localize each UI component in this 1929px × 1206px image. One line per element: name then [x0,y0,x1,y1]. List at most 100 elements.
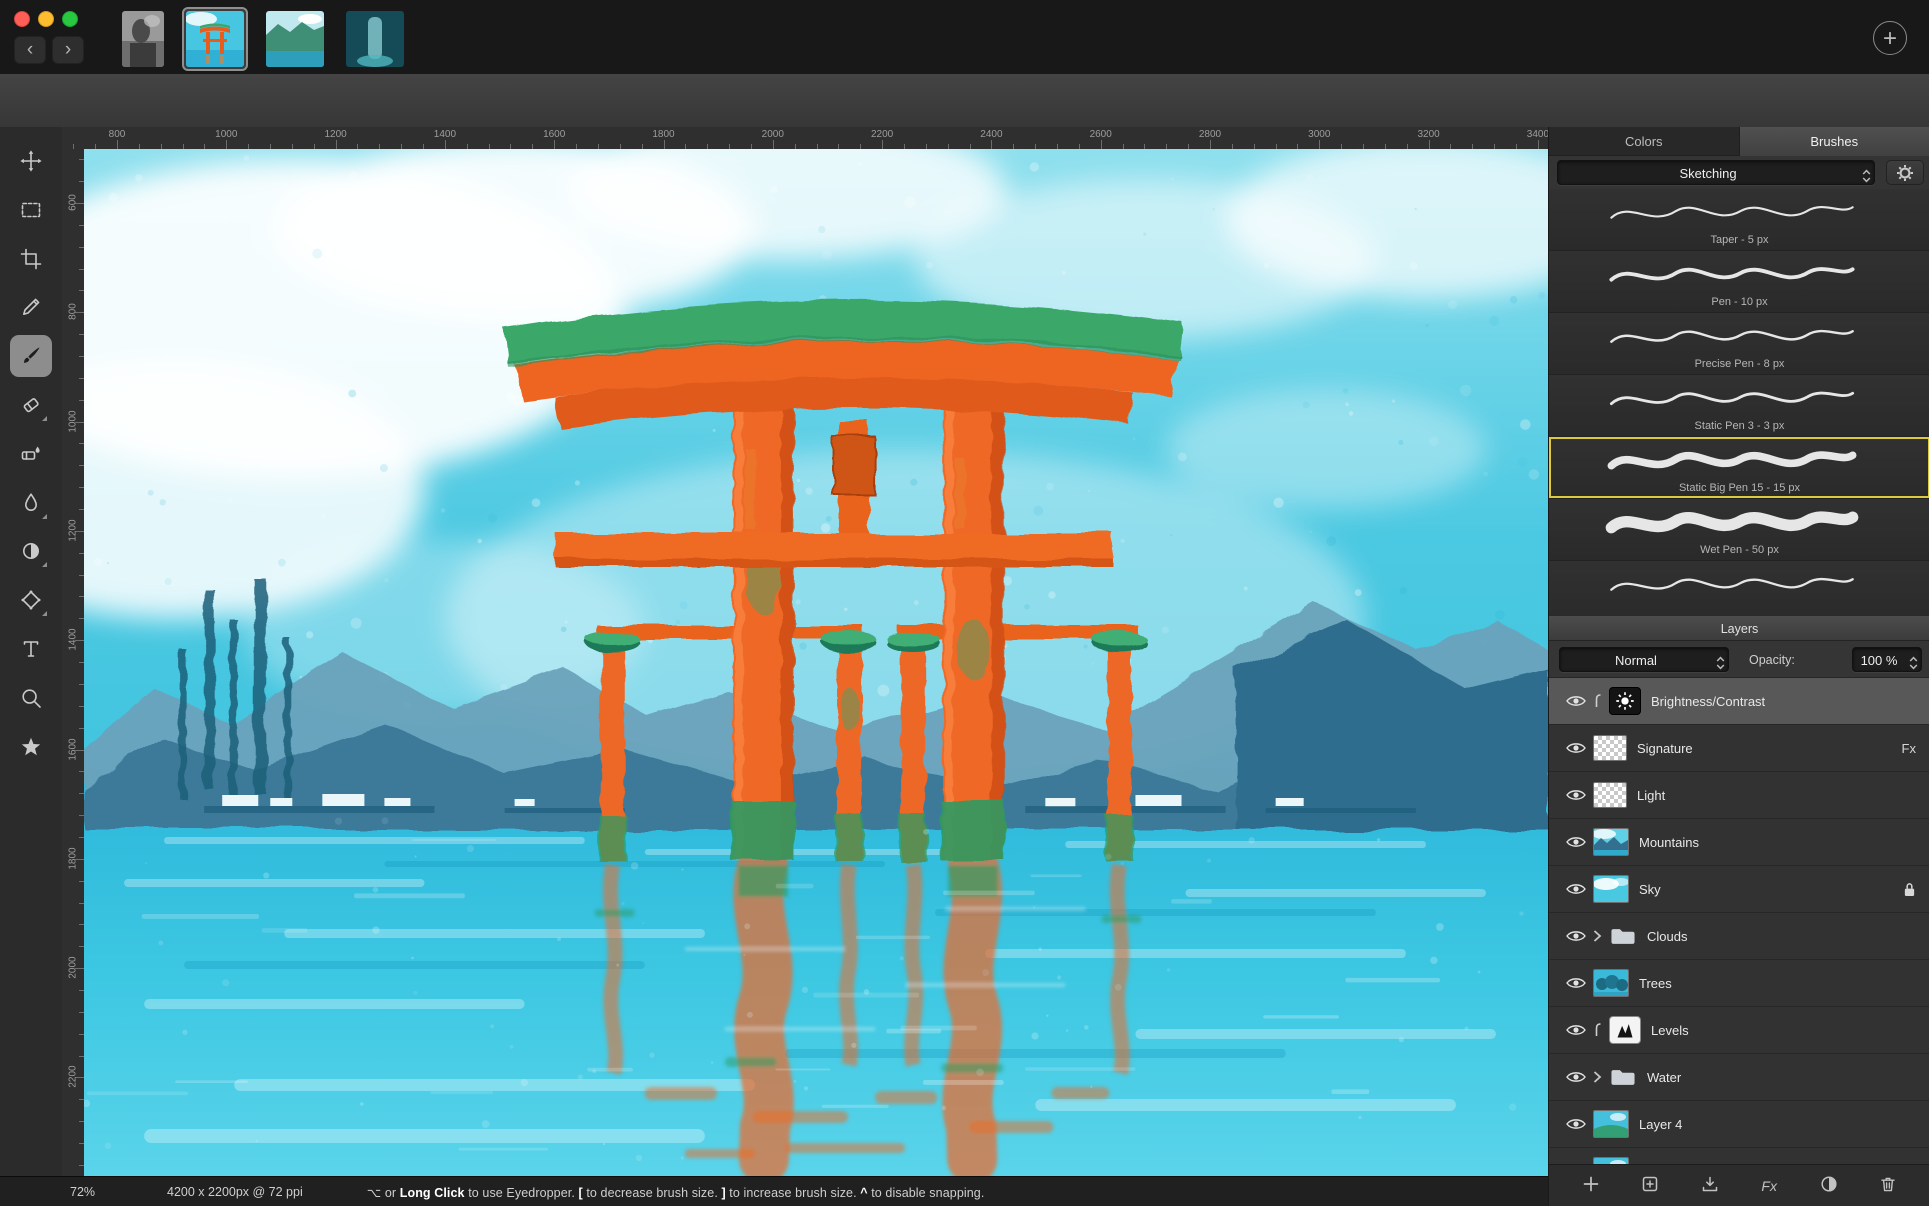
star-tool[interactable] [10,726,52,768]
brush-name: Taper - 5 px [1549,234,1929,246]
layer-blend-dropdown[interactable]: Normal [1559,647,1729,672]
hint-segment: ^ [860,1186,867,1200]
layer-name[interactable]: Signature [1637,741,1693,756]
delete-layer-button[interactable] [1874,1172,1902,1200]
mesh-warp-tool[interactable] [10,579,52,621]
back-button[interactable]: ‹ [14,36,46,64]
adjustments-button[interactable] [1815,1172,1843,1200]
folder-expand-toggle[interactable] [1589,929,1605,943]
ruler-tick-major [1538,140,1539,149]
layer-thumbnail[interactable] [1609,926,1637,947]
layer-thumbnail[interactable] [1609,1016,1641,1044]
layer-name[interactable]: Brightness/Contrast [1651,694,1765,709]
pixel-tool[interactable] [10,286,52,328]
layer-thumbnail[interactable] [1609,1067,1637,1088]
layer-name[interactable]: Trees [1639,976,1672,991]
document-thumb-torii[interactable] [182,7,248,71]
layer-name[interactable]: Light [1637,788,1665,803]
layer-thumbnail[interactable] [1593,969,1629,997]
blur-tool[interactable] [10,482,52,524]
layer-visibility-toggle[interactable] [1563,788,1589,802]
brush-item-precise-pen-8-px[interactable]: Precise Pen - 8 px [1549,313,1929,375]
visibility-eye-icon [1566,976,1586,990]
brush-settings-button[interactable] [1886,160,1924,185]
folder-expand-toggle[interactable] [1589,1070,1605,1084]
layer-row-signature[interactable]: Signature Fx [1549,725,1929,772]
vertical-ruler[interactable]: 6008001000120014001600180020002200 [62,149,85,1176]
layer-name[interactable]: Layer 4 [1639,1117,1682,1132]
text-tool[interactable] [10,628,52,670]
document-thumb-waterfall[interactable] [342,7,408,71]
flood-erase-tool[interactable] [10,433,52,475]
layer-visibility-toggle[interactable] [1563,929,1589,943]
paint-brush-tool[interactable] [10,335,52,377]
layer-visibility-toggle[interactable] [1563,741,1589,755]
forward-button[interactable]: › [52,36,84,64]
layer-visibility-toggle[interactable] [1563,1117,1589,1131]
layer-row-light[interactable]: Light [1549,772,1929,819]
brush-item-taper-5-px[interactable]: Taper - 5 px [1549,189,1929,251]
layer-thumbnail[interactable] [1593,735,1627,761]
document-thumb-landscape[interactable] [262,7,328,71]
canvas[interactable] [84,149,1548,1176]
layer-row[interactable] [1549,1148,1929,1164]
layer-row-brightness-contrast[interactable]: Brightness/Contrast [1549,678,1929,725]
layer-thumbnail[interactable] [1609,687,1641,715]
layer-row-water[interactable]: Water [1549,1054,1929,1101]
merge-layer-button[interactable] [1696,1172,1724,1200]
layer-row-trees[interactable]: Trees [1549,960,1929,1007]
layer-thumbnail[interactable] [1593,782,1627,808]
layer-name[interactable]: Sky [1639,882,1661,897]
zoom-window-button[interactable] [62,11,78,27]
layer-thumbnail[interactable] [1593,828,1629,856]
zoom-tool[interactable] [10,677,52,719]
layer-effects-button[interactable]: Fx [1755,1172,1783,1200]
layer-row-clouds[interactable]: Clouds [1549,913,1929,960]
document-thumb-portrait[interactable] [118,7,168,71]
layer-row-sky[interactable]: Sky [1549,866,1929,913]
new-pixel-layer-button[interactable] [1636,1172,1664,1200]
layer-fx-badge[interactable]: Fx [1902,741,1916,756]
hint-segment: ⌥ or [367,1186,400,1200]
tab-colors[interactable]: Colors [1549,127,1740,156]
layer-thumbnail[interactable] [1593,875,1629,903]
layer-row-layer-4[interactable]: Layer 4 [1549,1101,1929,1148]
new-document-button[interactable]: + [1873,21,1907,55]
erase-brush-tool[interactable] [10,384,52,426]
brush-item-static-pen-3-3-px[interactable]: Static Pen 3 - 3 px [1549,375,1929,437]
brush-item[interactable] [1549,561,1929,615]
ruler-tick-major [554,140,555,149]
brush-item-pen-10-px[interactable]: Pen - 10 px [1549,251,1929,313]
brush-category-dropdown[interactable]: Sketching [1557,160,1875,185]
brush-item-wet-pen-50-px[interactable]: Wet Pen - 50 px [1549,499,1929,561]
layer-name[interactable]: Mountains [1639,835,1699,850]
crop-tool[interactable] [10,238,52,280]
minimize-window-button[interactable] [38,11,54,27]
layer-name[interactable]: Levels [1651,1023,1689,1038]
add-layer-button[interactable] [1577,1172,1605,1200]
layer-name[interactable]: Clouds [1647,929,1687,944]
layer-lock[interactable] [1903,881,1916,898]
brush-item-static-big-pen-15-15-px[interactable]: Static Big Pen 15 - 15 px [1549,437,1929,499]
move-tool[interactable] [10,140,52,182]
zoom-level[interactable]: 72% [70,1185,95,1199]
layer-visibility-toggle[interactable] [1563,976,1589,990]
layer-row-mountains[interactable]: Mountains [1549,819,1929,866]
layer-visibility-toggle[interactable] [1563,694,1589,708]
layer-visibility-toggle[interactable] [1563,1023,1589,1037]
layer-visibility-toggle[interactable] [1563,1070,1589,1084]
application-window: ‹ › + 35 Blending: Normal Size: 35 px Op… [0,0,1929,1206]
layer-visibility-toggle[interactable] [1563,835,1589,849]
close-window-button[interactable] [14,11,30,27]
tab-brushes[interactable]: Brushes [1740,127,1929,156]
layer-name[interactable]: Water [1647,1070,1681,1085]
horizontal-ruler[interactable]: 8001000120014001600180020002200240026002… [62,127,1548,150]
layer-thumbnail[interactable] [1593,1157,1629,1164]
layer-thumbnail[interactable] [1593,1110,1629,1138]
dodge-burn-tool[interactable] [10,530,52,572]
layer-opacity-field[interactable]: 100 % [1852,647,1922,672]
layer-row-levels[interactable]: Levels [1549,1007,1929,1054]
layer-visibility-toggle[interactable] [1563,882,1589,896]
marquee-select-tool[interactable] [10,189,52,231]
ruler-label: 600 [67,187,80,219]
